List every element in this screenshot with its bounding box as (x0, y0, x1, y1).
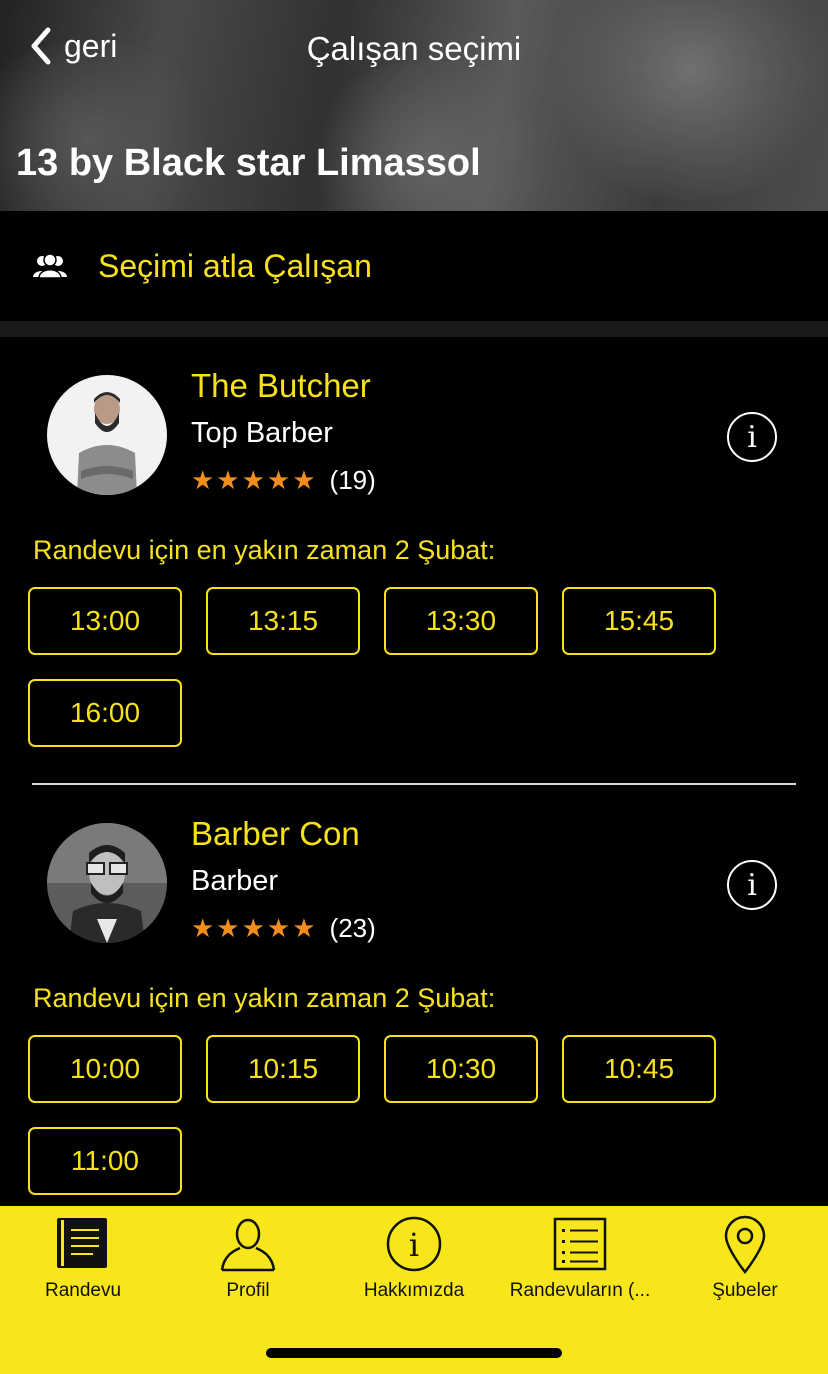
tab-randevularin[interactable]: Randevuların (... (497, 1214, 663, 1314)
employee-rating: ★★★★★ (19) (191, 465, 376, 496)
time-slot-button[interactable]: 13:00 (28, 587, 182, 655)
review-count: (19) (329, 465, 376, 495)
tab-label: Profil (226, 1280, 270, 1301)
time-slot-button[interactable]: 10:15 (206, 1035, 360, 1103)
list-icon (553, 1217, 607, 1271)
employee-role: Top Barber (191, 417, 333, 449)
info-icon: i (386, 1216, 442, 1272)
time-slot-button[interactable]: 10:45 (562, 1035, 716, 1103)
time-slot-button[interactable]: 13:15 (206, 587, 360, 655)
avatar (47, 375, 167, 495)
venue-title: 13 by Black star Limassol (16, 142, 481, 184)
tab-subeler[interactable]: Şubeler (662, 1214, 828, 1314)
book-icon (57, 1218, 107, 1268)
time-slot-button[interactable]: 10:00 (28, 1035, 182, 1103)
info-icon: i (747, 867, 757, 903)
employee-name: The Butcher (191, 367, 371, 404)
tab-label: Randevu (44, 1280, 122, 1301)
tab-label: Hakkımızda (363, 1280, 465, 1301)
person-icon (220, 1218, 276, 1272)
employee-role: Barber (191, 865, 279, 897)
tab-label: Şubeler (712, 1280, 778, 1301)
section-separator (0, 321, 828, 337)
star-rating-icon: ★★★★★ (191, 913, 318, 943)
employee-rating: ★★★★★ (23) (191, 913, 376, 944)
time-slot-button[interactable]: 10:30 (384, 1035, 538, 1103)
tab-randevu[interactable]: Randevu (0, 1214, 166, 1314)
review-count: (23) (329, 913, 376, 943)
star-rating-icon: ★★★★★ (191, 465, 318, 495)
time-slot-button[interactable]: 15:45 (562, 587, 716, 655)
location-pin-icon (724, 1215, 766, 1274)
employee-info-button[interactable]: i (727, 412, 777, 462)
info-icon: i (747, 419, 757, 455)
employee-divider (32, 783, 796, 785)
page-title: Çalışan seçimi (306, 30, 522, 67)
employee-info-button[interactable]: i (727, 860, 777, 910)
header-banner: geri Çalışan seçimi 13 by Black star Lim… (0, 0, 828, 211)
group-icon (33, 253, 67, 279)
svg-text:i: i (409, 1226, 419, 1264)
tab-label: Randevuların (... (509, 1280, 651, 1301)
avatar (47, 823, 167, 943)
employee-name: Barber Con (191, 815, 360, 852)
tab-profil[interactable]: Profil (165, 1214, 331, 1314)
tab-hakkimizda[interactable]: i Hakkımızda (331, 1214, 497, 1314)
skip-selection-label: Seçimi atla Çalışan (98, 247, 372, 284)
skip-selection-row[interactable]: Seçimi atla Çalışan (0, 211, 828, 321)
time-slot-button[interactable]: 16:00 (28, 679, 182, 747)
time-slot-button[interactable]: 11:00 (28, 1127, 182, 1195)
next-availability-label: Randevu için en yakın zaman 2 Şubat: (33, 983, 496, 1013)
home-indicator (266, 1348, 562, 1358)
time-slot-button[interactable]: 13:30 (384, 587, 538, 655)
next-availability-label: Randevu için en yakın zaman 2 Şubat: (33, 535, 496, 565)
